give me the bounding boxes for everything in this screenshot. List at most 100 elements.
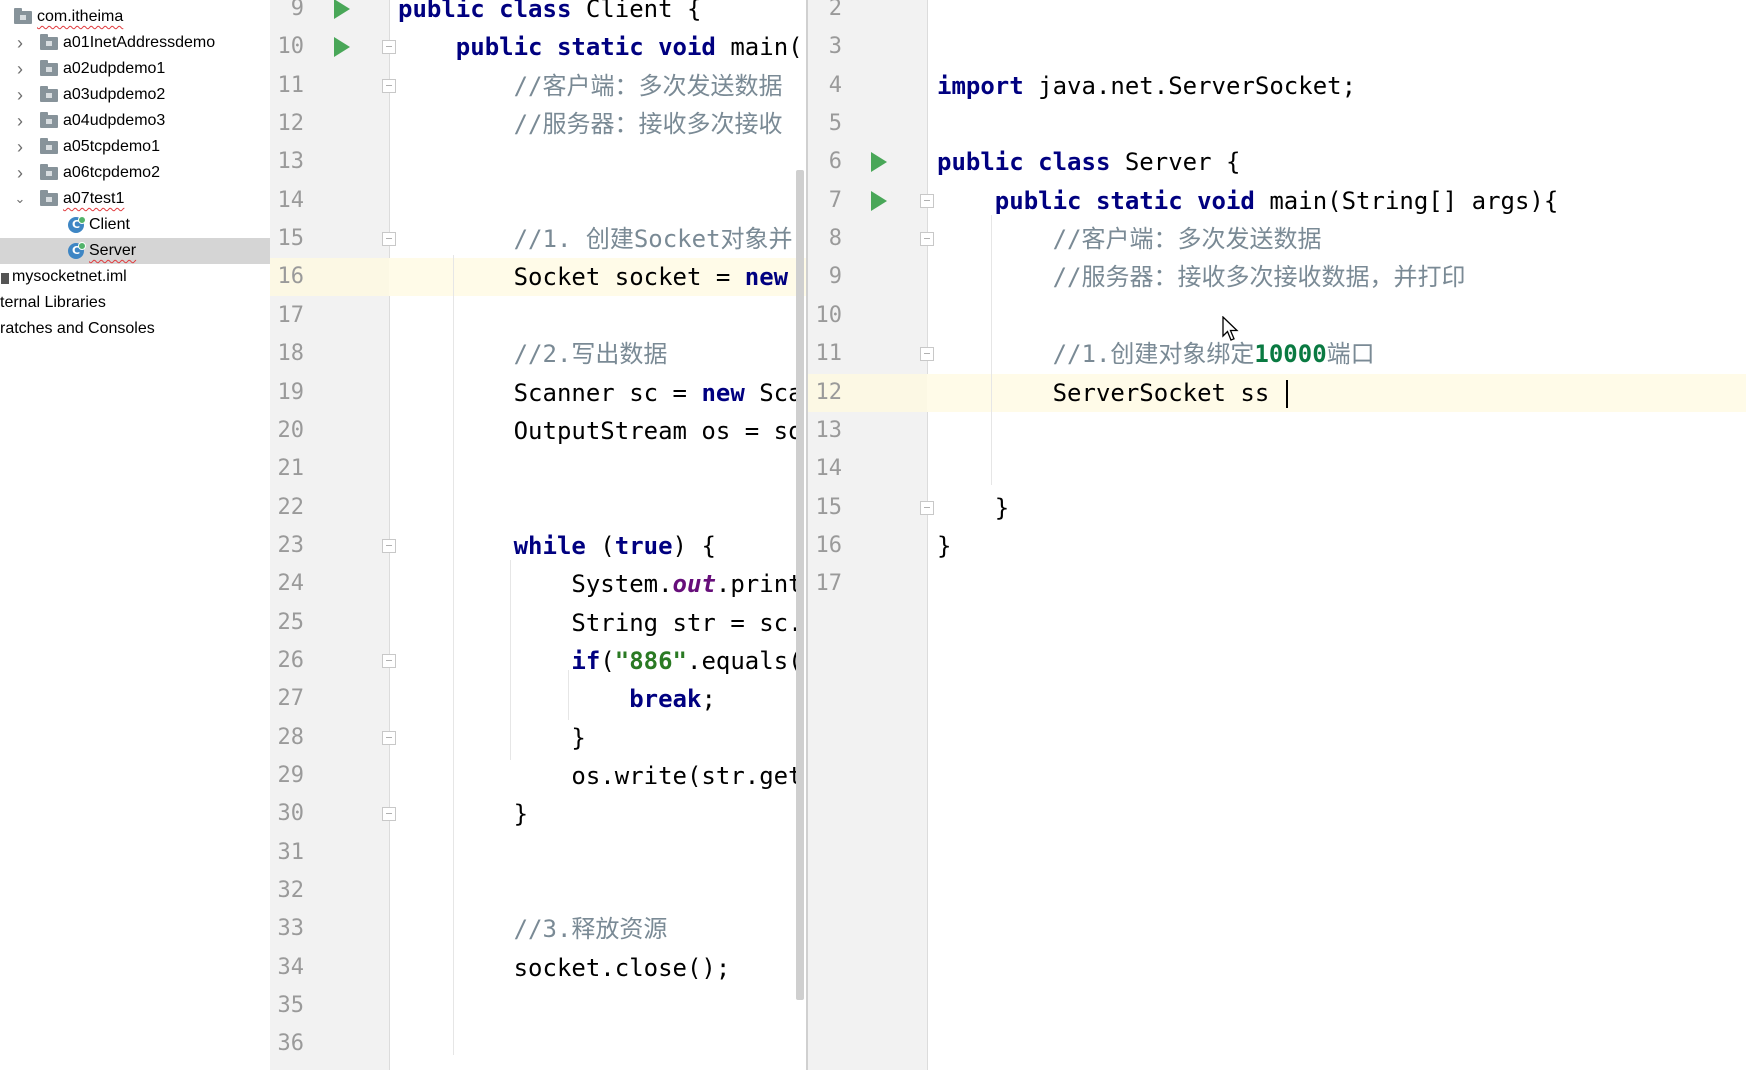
line-number: 12 (277, 111, 305, 137)
tree-item-label: a01InetAddressdemo (63, 34, 216, 51)
fold-marker-icon[interactable] (382, 78, 396, 93)
code-line[interactable]: } (398, 795, 528, 833)
chevron-right-icon[interactable]: › (13, 160, 27, 186)
tree-item-label: a05tcpdemo1 (63, 138, 160, 155)
package-folder-icon (40, 138, 58, 154)
comment-token: 10000 (1254, 340, 1327, 369)
fold-marker-icon[interactable] (382, 40, 396, 55)
code-line[interactable]: //服务器：接收多次接收 (398, 105, 783, 143)
code-line[interactable]: if("886".equals( (398, 642, 802, 680)
code-line[interactable]: //服务器：接收多次接收数据，并打印 (937, 258, 1466, 296)
code-token: os.write(str.get (398, 762, 803, 790)
code-line[interactable]: String str = sc. (398, 604, 802, 642)
code-line[interactable]: os.write(str.get (398, 757, 803, 795)
code-token: ) { (672, 531, 716, 560)
client-editor-scrollbar[interactable] (796, 170, 804, 1000)
code-line[interactable]: import java.net.ServerSocket; (937, 67, 1356, 105)
code-line[interactable]: public class Client { (398, 0, 701, 28)
code-line[interactable]: OutputStream os = so (398, 412, 803, 450)
fold-marker-icon[interactable] (920, 232, 934, 247)
code-line[interactable]: while (true) { (398, 527, 716, 565)
fold-marker-icon[interactable] (382, 807, 396, 822)
server-editor[interactable]: 2 3 4 import java.net.ServerSocket; 5 6 public… (808, 0, 1746, 1070)
chevron-right-icon[interactable]: › (13, 108, 27, 134)
tree-item-a07test1[interactable]: ⌄ a07test1 (0, 186, 270, 212)
comment-token: //2.写出数据 (513, 340, 668, 369)
line-number: 13 (277, 149, 305, 175)
fold-marker-icon[interactable] (382, 538, 396, 553)
comment-token: //客户端：多次发送数据 (513, 71, 783, 100)
line-number: 8 (828, 226, 842, 252)
line-number: 31 (277, 839, 305, 865)
chevron-right-icon[interactable]: › (13, 82, 27, 108)
code-token: .print (715, 570, 803, 599)
fold-marker-icon[interactable] (920, 193, 934, 208)
keyword-token: new (744, 263, 789, 292)
field-token: out (672, 570, 716, 599)
gutter-border (389, 0, 390, 1070)
code-line[interactable]: Scanner sc = new Sca (398, 374, 803, 412)
code-line[interactable]: Socket socket = new (398, 258, 789, 296)
indent-guide (510, 560, 511, 760)
code-line[interactable]: public static void main( (398, 28, 803, 66)
tree-item-label: a06tcpdemo2 (63, 164, 160, 181)
fold-marker-icon[interactable] (920, 500, 934, 515)
code-line[interactable]: System.out.print (398, 565, 803, 603)
code-line[interactable]: break; (398, 680, 716, 718)
code-line[interactable]: //客户端：多次发送数据 (937, 220, 1322, 258)
chevron-right-icon[interactable]: › (13, 30, 27, 56)
project-tree: com.itheima › a01InetAddressdemo › a02udpdem… (0, 0, 270, 1070)
code-line[interactable]: public class Server { (937, 143, 1240, 181)
code-line[interactable]: socket.close(); (398, 949, 731, 987)
tree-item-a02udpdemo1[interactable]: › a02udpdemo1 (0, 56, 270, 82)
chevron-right-icon[interactable]: › (13, 56, 27, 82)
tree-item-server[interactable]: C Server (0, 238, 270, 264)
line-number: 9 (290, 0, 304, 21)
code-line[interactable]: //1.创建对象绑定10000端口 (937, 335, 1375, 373)
tree-item-a04udpdemo3[interactable]: › a04udpdemo3 (0, 108, 270, 134)
code-line[interactable]: //客户端：多次发送数据 (398, 67, 783, 105)
run-gutter-icon[interactable] (871, 152, 887, 173)
fold-marker-icon[interactable] (382, 730, 396, 745)
fold-marker-icon[interactable] (920, 347, 934, 362)
code-line[interactable]: //1. 创建Socket对象并 (398, 220, 793, 258)
tree-item-client[interactable]: C Client (0, 212, 270, 238)
fold-marker-icon[interactable] (382, 232, 396, 247)
code-line[interactable]: } (937, 489, 1009, 527)
tree-item-ternal-libraries[interactable]: ternal Libraries (0, 290, 270, 316)
code-line[interactable]: } (937, 527, 951, 565)
package-folder-icon (40, 86, 58, 102)
code-line[interactable]: ServerSocket ss (937, 374, 1288, 412)
run-gutter-icon[interactable] (871, 190, 887, 211)
line-number: 29 (277, 763, 305, 788)
package-folder-icon (40, 34, 58, 50)
chevron-down-icon[interactable]: ⌄ (13, 186, 27, 212)
line-number: 21 (277, 456, 305, 482)
client-editor[interactable]: 9 public class Client {10 public static v… (270, 0, 808, 1070)
chevron-right-icon[interactable]: › (13, 134, 27, 160)
tree-item-a01inetaddressdemo[interactable]: › a01InetAddressdemo (0, 30, 270, 56)
run-gutter-icon[interactable] (334, 0, 350, 19)
editor-split-divider[interactable] (806, 0, 808, 1070)
run-gutter-icon[interactable] (334, 37, 350, 58)
code-line[interactable]: //3.释放资源 (398, 910, 668, 948)
tree-item-ratches-and-consoles[interactable]: ratches and Consoles (0, 316, 270, 342)
tree-item-com-itheima[interactable]: com.itheima (0, 4, 270, 30)
code-token: Socket socket = (398, 263, 745, 292)
fold-marker-icon[interactable] (382, 653, 396, 668)
line-number: 34 (277, 954, 305, 980)
tree-item-a05tcpdemo1[interactable]: › a05tcpdemo1 (0, 134, 270, 160)
tree-item-mysocketnet-iml[interactable]: mysocketnet.iml (0, 264, 270, 290)
tree-item-a03udpdemo2[interactable]: › a03udpdemo2 (0, 82, 270, 108)
code-token: ( (600, 646, 615, 675)
code-line[interactable]: } (398, 719, 585, 757)
code-line[interactable]: public static void main(String[] args){ (937, 182, 1559, 220)
code-line[interactable]: //2.写出数据 (398, 335, 668, 373)
tree-item-label: a04udpdemo3 (63, 112, 166, 129)
tree-item-a06tcpdemo2[interactable]: › a06tcpdemo2 (0, 160, 270, 186)
